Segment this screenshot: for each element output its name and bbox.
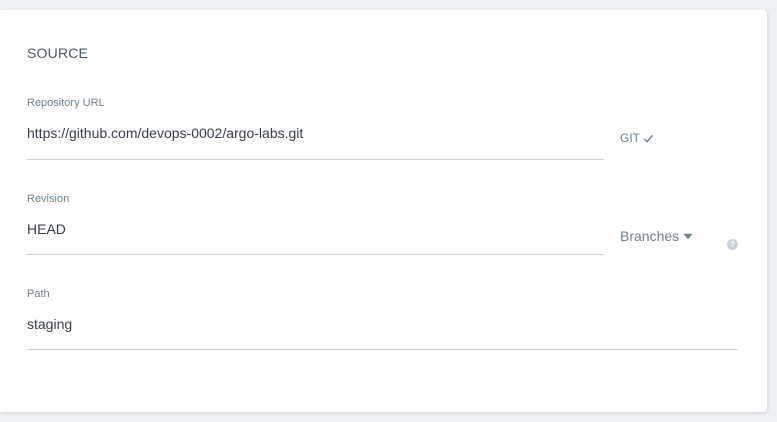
check-icon [643, 134, 654, 143]
repository-url-label: Repository URL [27, 97, 105, 109]
repository-url-underline [27, 159, 604, 160]
revision-underline [27, 254, 604, 255]
path-label: Path [27, 288, 50, 300]
revision-type-dropdown[interactable]: Branches [620, 228, 693, 244]
repository-type-indicator: GIT [620, 131, 654, 145]
repository-url-input[interactable]: https://github.com/devops-0002/argo-labs… [27, 125, 303, 141]
revision-label: Revision [27, 193, 70, 205]
path-input[interactable]: staging [27, 316, 72, 332]
section-title: SOURCE [27, 45, 89, 61]
question-icon[interactable]: ? [727, 239, 738, 250]
revision-type-label: Branches [620, 228, 680, 244]
caret-down-icon [683, 233, 693, 239]
source-panel: SOURCE Repository URL https://github.com… [0, 10, 767, 412]
revision-input[interactable]: HEAD [27, 221, 66, 237]
path-underline [27, 349, 738, 350]
repository-type-label: GIT [620, 131, 640, 145]
